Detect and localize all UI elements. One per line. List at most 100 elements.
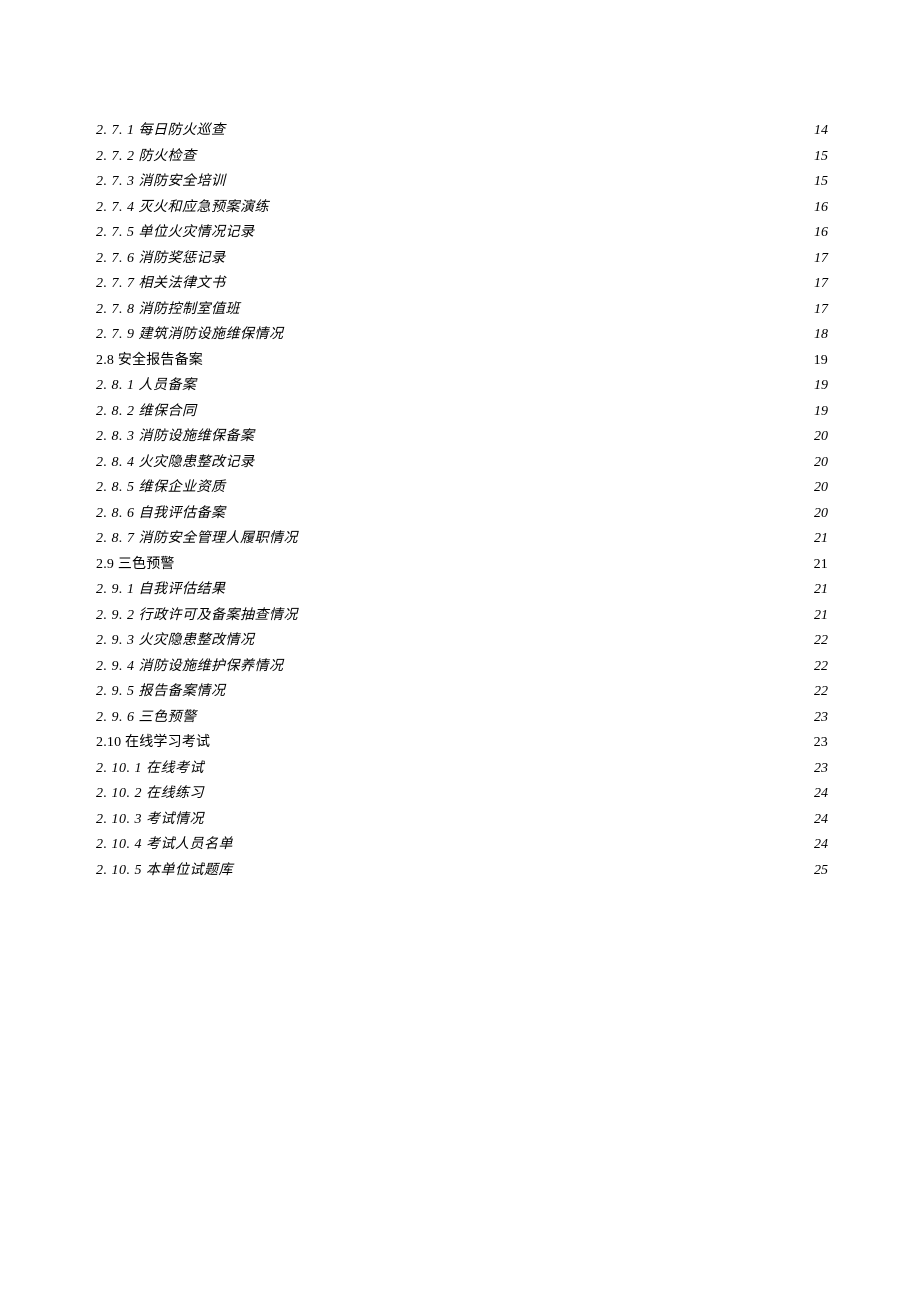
toc-entry-label: 2. 7. 6 消防奖惩记录: [96, 246, 230, 272]
toc-entry[interactable]: 2.10 在线学习考试23: [96, 730, 828, 756]
toc-entry-title: 每日防火巡查: [139, 123, 226, 138]
toc-entry-label: 2. 9. 2 行政许可及备案抽查情况: [96, 603, 302, 629]
toc-entry-number: 2.9: [96, 557, 114, 572]
toc-entry-page: 17: [810, 297, 828, 323]
toc-leader-dots: [230, 681, 811, 695]
toc-entry-label: 2. 9. 5 报告备案情况: [96, 679, 230, 705]
toc-entry[interactable]: 2.8 安全报告备案19: [96, 348, 828, 374]
toc-entry[interactable]: 2. 10. 3 考试情况24: [96, 807, 828, 833]
toc-leader-dots: [214, 732, 809, 746]
toc-leader-dots: [259, 452, 811, 466]
toc-entry-label: 2. 8. 1 人员备案: [96, 373, 201, 399]
toc-entry-page: 21: [810, 552, 828, 578]
toc-entry[interactable]: 2. 9. 6 三色预警 23: [96, 705, 828, 731]
toc-entry[interactable]: 2. 9. 3 火灾隐患整改情况22: [96, 628, 828, 654]
toc-entry[interactable]: 2. 8. 7 消防安全管理人履职情况21: [96, 526, 828, 552]
toc-entry[interactable]: 2. 8. 6 自我评估备案 20: [96, 501, 828, 527]
toc-leader-dots: [201, 707, 811, 721]
toc-leader-dots: [208, 809, 810, 823]
toc-leader-dots: [230, 120, 811, 134]
toc-entry-number: 2. 10. 1: [96, 761, 142, 776]
toc-entry-number: 2. 9. 3: [96, 633, 135, 648]
toc-entry-page: 24: [810, 832, 828, 858]
toc-entry-number: 2.8: [96, 353, 114, 368]
toc-entry-page: 17: [810, 246, 828, 272]
toc-entry[interactable]: 2. 10. 5 本单位试题库25: [96, 858, 828, 884]
toc-entry-page: 23: [810, 705, 828, 731]
toc-leader-dots: [230, 579, 811, 593]
toc-leader-dots: [244, 299, 810, 313]
toc-entry-page: 22: [810, 679, 828, 705]
toc-leader-dots: [230, 273, 811, 287]
toc-entry-title: 报告备案情况: [139, 684, 226, 699]
toc-entry-page: 17: [810, 271, 828, 297]
toc-entry-title: 消防设施维护保养情况: [139, 659, 284, 674]
toc-entry[interactable]: 2. 9. 5 报告备案情况 22: [96, 679, 828, 705]
toc-entry[interactable]: 2. 8. 4 火灾隐患整改记录 20: [96, 450, 828, 476]
toc-entry[interactable]: 2. 7. 7 相关法律文书17: [96, 271, 828, 297]
toc-entry-number: 2. 8. 5: [96, 480, 135, 495]
toc-entry-number: 2. 9. 5: [96, 684, 135, 699]
toc-entry-title: 建筑消防设施维保情况: [139, 327, 284, 342]
toc-entry-title: 消防安全培训: [139, 174, 226, 189]
toc-entry[interactable]: 2. 8. 1 人员备案19: [96, 373, 828, 399]
toc-entry[interactable]: 2. 9. 1 自我评估结果21: [96, 577, 828, 603]
toc-entry[interactable]: 2. 10. 4 考试人员名单24: [96, 832, 828, 858]
toc-entry[interactable]: 2. 7. 2 防火检查15: [96, 144, 828, 170]
toc-entry-label: 2. 7. 4 灭火和应急预案演练: [96, 195, 273, 221]
toc-entry-title: 火灾隐患整改情况: [139, 633, 255, 648]
toc-entry-label: 2. 8. 4 火灾隐患整改记录: [96, 450, 259, 476]
toc-entry[interactable]: 2. 7. 3 消防安全培训15: [96, 169, 828, 195]
toc-entry-label: 2. 9. 6 三色预警: [96, 705, 201, 731]
toc-entry-number: 2. 8. 2: [96, 404, 135, 419]
toc-entry[interactable]: 2. 8. 5 维保企业资质20: [96, 475, 828, 501]
toc-entry[interactable]: 2. 7. 8 消防控制室值班17: [96, 297, 828, 323]
toc-entry-number: 2. 7. 3: [96, 174, 135, 189]
toc-entry[interactable]: 2. 7. 1 每日防火巡查14: [96, 118, 828, 144]
toc-entry-label: 2. 7. 1 每日防火巡查: [96, 118, 230, 144]
toc-entry[interactable]: 2. 10. 1 在线考试23: [96, 756, 828, 782]
toc-leader-dots: [230, 477, 811, 491]
toc-entry-number: 2. 7. 4: [96, 200, 135, 215]
toc-entry[interactable]: 2.9 三色预警21: [96, 552, 828, 578]
toc-entry-title: 维保企业资质: [139, 480, 226, 495]
toc-entry-page: 20: [810, 450, 828, 476]
toc-entry-number: 2. 8. 3: [96, 429, 135, 444]
toc-entry-title: 考试情况: [146, 812, 204, 827]
toc-entry-number: 2. 8. 4: [96, 455, 135, 470]
toc-leader-dots: [201, 375, 811, 389]
toc-entry-page: 24: [810, 807, 828, 833]
toc-entry-number: 2. 8. 1: [96, 378, 135, 393]
toc-entry[interactable]: 2. 7. 9 建筑消防设施维保情况18: [96, 322, 828, 348]
toc-leader-dots: [273, 197, 810, 211]
toc-entry-label: 2. 9. 3 火灾隐患整改情况: [96, 628, 259, 654]
toc-entry[interactable]: 2. 8. 2 维保合同19: [96, 399, 828, 425]
toc-entry[interactable]: 2. 9. 4 消防设施维护保养情况 22: [96, 654, 828, 680]
toc-entry-number: 2. 10. 5: [96, 863, 142, 878]
toc-entry[interactable]: 2. 9. 2 行政许可及备案抽查情况21: [96, 603, 828, 629]
toc-entry-label: 2. 8. 2 维保合同: [96, 399, 201, 425]
toc-entry-title: 消防奖惩记录: [139, 251, 226, 266]
toc-entry-label: 2.8 安全报告备案: [96, 348, 207, 374]
toc-leader-dots: [207, 350, 810, 364]
toc-entry-title: 在线学习考试: [125, 735, 210, 750]
toc-entry[interactable]: 2. 7. 5 单位火灾情况记录16: [96, 220, 828, 246]
toc-entry-page: 20: [810, 501, 828, 527]
toc-entry-title: 防火检查: [139, 149, 197, 164]
toc-entry-page: 22: [810, 654, 828, 680]
toc-entry[interactable]: 2. 8. 3 消防设施维保备案20: [96, 424, 828, 450]
toc-entry-title: 在线考试: [146, 761, 204, 776]
toc-entry[interactable]: 2. 7. 4 灭火和应急预案演练 16: [96, 195, 828, 221]
toc-leader-dots: [259, 222, 811, 236]
toc-entry[interactable]: 2. 7. 6 消防奖惩记录 17: [96, 246, 828, 272]
toc-leader-dots: [302, 605, 810, 619]
toc-entry-number: 2. 9. 4: [96, 659, 135, 674]
toc-entry-page: 16: [810, 195, 828, 221]
toc-entry-label: 2. 9. 1 自我评估结果: [96, 577, 230, 603]
toc-entry-number: 2. 7. 5: [96, 225, 135, 240]
toc-entry-label: 2. 8. 6 自我评估备案: [96, 501, 230, 527]
toc-entry-page: 23: [810, 730, 828, 756]
toc-entry-number: 2. 7. 8: [96, 302, 135, 317]
toc-entry-number: 2. 10. 2: [96, 786, 142, 801]
toc-entry[interactable]: 2. 10. 2 在线练习24: [96, 781, 828, 807]
